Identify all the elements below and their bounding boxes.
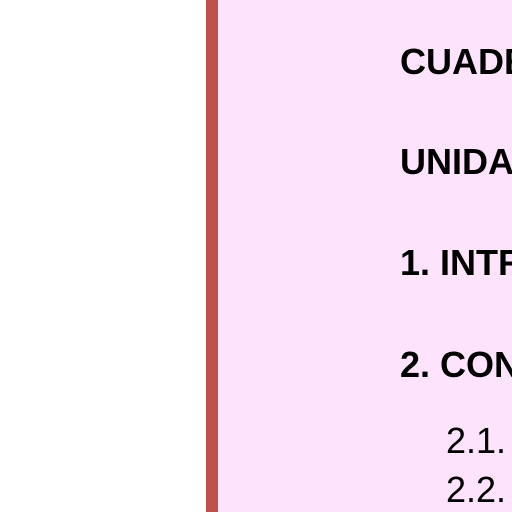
content-panel: CUADE UNIDA 1. INTR 2. CON 2.1. 2.2. xyxy=(218,0,512,512)
heading-unidad: UNIDA xyxy=(400,141,512,182)
document-page: CUADE UNIDA 1. INTR 2. CON 2.1. 2.2. xyxy=(0,0,512,512)
subsection-2-1: 2.1. xyxy=(446,420,507,461)
heading-cuaderno: CUADE xyxy=(400,41,512,82)
subsection-2-2: 2.2. xyxy=(446,469,507,510)
section-2-heading: 2. CON xyxy=(400,344,512,385)
section-1-heading: 1. INTR xyxy=(400,242,512,283)
page-left-margin xyxy=(0,0,206,512)
decorative-border-bar xyxy=(206,0,218,512)
